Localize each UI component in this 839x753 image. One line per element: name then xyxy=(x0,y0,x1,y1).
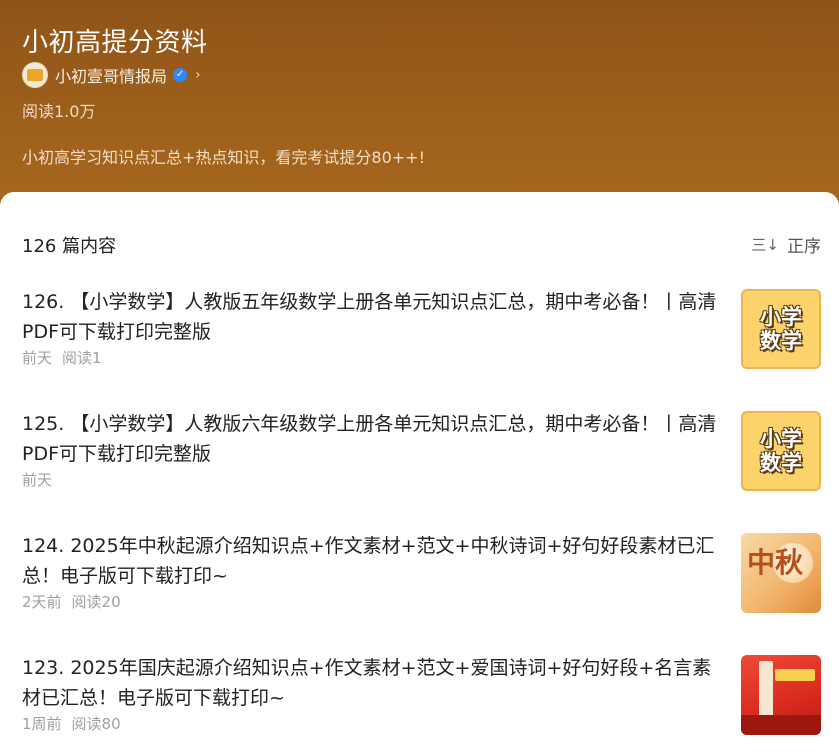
article-reads: 阅读80 xyxy=(71,715,121,733)
read-count: 阅读1.0万 xyxy=(22,102,96,121)
article-reads: 阅读20 xyxy=(71,593,121,611)
article-reads: 阅读1 xyxy=(62,349,102,367)
article-meta: 1周前 阅读80 xyxy=(22,713,121,734)
collection-title: 小初高提分资料 xyxy=(22,28,208,58)
article-date: 前天 xyxy=(22,349,53,367)
author-row[interactable]: 小初壹哥情报局 ✓ › xyxy=(22,62,201,88)
article-thumbnail[interactable]: 小学 数学 xyxy=(741,411,821,491)
article-date: 2天前 xyxy=(22,593,62,611)
thumbnail-text: 小学 xyxy=(760,305,802,329)
sort-label: 正序 xyxy=(787,237,821,257)
article-title[interactable]: 123. 2025年国庆起源介绍知识点+作文素材+范文+爱国诗词+好句好段+名言… xyxy=(22,653,722,713)
article-meta: 2天前 阅读20 xyxy=(22,591,121,612)
collection-description: 小初高学习知识点汇总+热点知识，看完考试提分80++! xyxy=(22,148,425,167)
avatar-icon[interactable] xyxy=(22,62,48,88)
article-meta: 前天 阅读1 xyxy=(22,347,102,368)
list-item[interactable]: 125. 【小学数学】人教版六年级数学上册各单元知识点汇总，期中考必备！丨高清P… xyxy=(0,409,839,509)
sort-button[interactable]: 三↓ 正序 xyxy=(751,232,821,257)
article-title[interactable]: 125. 【小学数学】人教版六年级数学上册各单元知识点汇总，期中考必备！丨高清P… xyxy=(22,409,722,469)
article-count: 126 篇内容 xyxy=(22,236,117,257)
thumbnail-text: 数学 xyxy=(760,329,802,353)
article-thumbnail[interactable] xyxy=(741,655,821,735)
list-item[interactable]: 123. 2025年国庆起源介绍知识点+作文素材+范文+爱国诗词+好句好段+名言… xyxy=(0,653,839,753)
article-title[interactable]: 124. 2025年中秋起源介绍知识点+作文素材+范文+中秋诗词+好句好段素材已… xyxy=(22,531,722,591)
thumbnail-text: 中秋 xyxy=(747,546,804,579)
article-title[interactable]: 126. 【小学数学】人教版五年级数学上册各单元知识点汇总，期中考必备！丨高清P… xyxy=(22,287,722,347)
sort-icon: 三↓ xyxy=(751,236,779,254)
thumbnail-text: 数学 xyxy=(760,451,802,475)
chevron-right-icon[interactable]: › xyxy=(195,67,201,83)
article-thumbnail[interactable]: 小学 数学 xyxy=(741,289,821,369)
building-icon xyxy=(741,715,821,735)
article-meta: 前天 xyxy=(22,469,52,490)
article-date: 前天 xyxy=(22,471,53,489)
banner-icon xyxy=(775,669,815,681)
thumbnail-text: 小学 xyxy=(760,427,802,451)
collection-header: 小初高提分资料 小初壹哥情报局 ✓ › 阅读1.0万 小初高学习知识点汇总+热点… xyxy=(0,0,839,215)
author-name[interactable]: 小初壹哥情报局 xyxy=(55,63,167,87)
list-item[interactable]: 124. 2025年中秋起源介绍知识点+作文素材+范文+中秋诗词+好句好段素材已… xyxy=(0,531,839,631)
list-item[interactable]: 126. 【小学数学】人教版五年级数学上册各单元知识点汇总，期中考必备！丨高清P… xyxy=(0,287,839,387)
article-thumbnail[interactable]: 中秋 xyxy=(741,533,821,613)
article-date: 1周前 xyxy=(22,715,62,733)
content-panel: 126 篇内容 三↓ 正序 126. 【小学数学】人教版五年级数学上册各单元知识… xyxy=(0,192,839,752)
verified-icon: ✓ xyxy=(173,68,188,82)
